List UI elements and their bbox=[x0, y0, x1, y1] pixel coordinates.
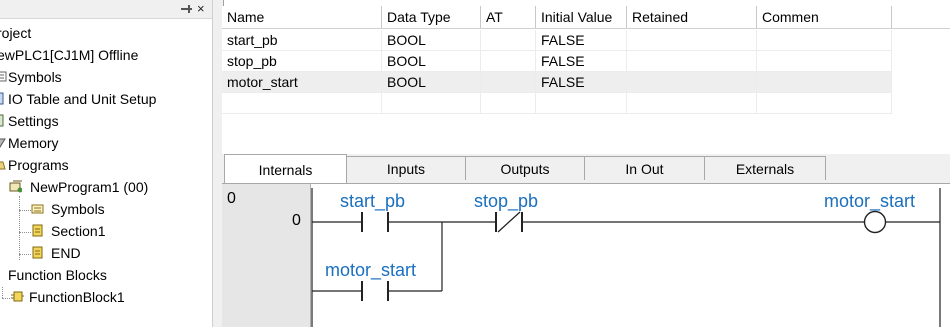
tree-node-label: Section1 bbox=[51, 223, 106, 239]
settings-icon bbox=[0, 114, 4, 127]
tree-node-label: Function Blocks bbox=[8, 267, 107, 283]
cell-initial-value[interactable]: FALSE bbox=[536, 30, 627, 51]
tree-line bbox=[2, 287, 3, 298]
project-tree[interactable]: × roject ewPLC1[CJ1M] Offline Symbols IO… bbox=[0, 0, 212, 327]
tree-node-label: ewPLC1[CJ1M] Offline bbox=[0, 47, 139, 63]
empty-cell bbox=[222, 93, 382, 114]
tab-internals[interactable]: Internals bbox=[224, 154, 347, 183]
contact-start-pb bbox=[361, 212, 389, 232]
empty-cell bbox=[481, 93, 536, 114]
cell-at[interactable] bbox=[481, 72, 536, 93]
cell-initial-value[interactable]: FALSE bbox=[536, 51, 627, 72]
contact-label-motor-start[interactable]: motor_start bbox=[325, 260, 416, 281]
tree-node-label: Memory bbox=[8, 135, 59, 151]
tab-inputs[interactable]: Inputs bbox=[346, 156, 466, 180]
end-section-icon bbox=[32, 246, 43, 259]
tree-node-label: roject bbox=[0, 25, 32, 41]
programs-icon bbox=[0, 161, 6, 170]
cell-data-type[interactable]: BOOL bbox=[382, 51, 481, 72]
table-row-selected[interactable]: motor_start BOOL FALSE bbox=[222, 72, 892, 93]
coil-motor-start bbox=[863, 210, 887, 234]
symbols-icon bbox=[0, 71, 7, 82]
cell-retained[interactable] bbox=[627, 72, 757, 93]
tree-node-label: Settings bbox=[8, 113, 59, 129]
variable-table[interactable]: Name Data Type AT Initial Value Retained… bbox=[222, 6, 950, 154]
column-header-retained[interactable]: Retained bbox=[627, 6, 757, 28]
tree-line bbox=[2, 298, 10, 299]
cell-name[interactable]: start_pb bbox=[222, 30, 382, 51]
tab-externals[interactable]: Externals bbox=[704, 156, 826, 180]
cell-data-type[interactable]: BOOL bbox=[382, 30, 481, 51]
cell-data-type[interactable]: BOOL bbox=[382, 72, 481, 93]
cell-comment[interactable] bbox=[757, 72, 892, 93]
cell-name[interactable]: stop_pb bbox=[222, 51, 382, 72]
tree-node-project[interactable]: roject bbox=[0, 22, 31, 44]
tree-node-label: END bbox=[51, 245, 81, 261]
column-header-comment[interactable]: Commen bbox=[757, 6, 892, 28]
tree-node-plc[interactable]: ewPLC1[CJ1M] Offline bbox=[0, 44, 138, 66]
function-block-icon bbox=[11, 291, 24, 302]
tree-line bbox=[19, 210, 31, 211]
contact-stop-pb bbox=[495, 211, 523, 233]
column-header-at[interactable]: AT bbox=[481, 6, 536, 28]
empty-cell bbox=[382, 93, 481, 114]
local-symbols-icon bbox=[31, 204, 44, 214]
section-icon bbox=[32, 224, 43, 237]
cell-name[interactable]: motor_start bbox=[222, 72, 382, 93]
cell-comment[interactable] bbox=[757, 30, 892, 51]
close-icon[interactable]: × bbox=[197, 0, 205, 18]
contact-label-stop-pb[interactable]: stop_pb bbox=[474, 191, 538, 212]
tree-line bbox=[19, 196, 20, 260]
tree-node-label: Symbols bbox=[51, 201, 105, 217]
tree-node-label: Programs bbox=[8, 157, 69, 173]
variable-tabs: Internals Inputs Outputs In Out External… bbox=[222, 154, 950, 184]
contact-label-start-pb[interactable]: start_pb bbox=[340, 191, 405, 212]
tab-in-out[interactable]: In Out bbox=[584, 156, 705, 180]
program-icon bbox=[9, 180, 22, 193]
tree-node-label: IO Table and Unit Setup bbox=[8, 91, 157, 107]
tree-node-label: NewProgram1 (00) bbox=[30, 179, 149, 195]
pin-icon[interactable] bbox=[181, 4, 193, 14]
ladder-editor[interactable]: 0 0 start_pb stop_pb motor_start motor_s… bbox=[222, 184, 950, 327]
cell-comment[interactable] bbox=[757, 51, 892, 72]
column-header-name[interactable]: Name bbox=[222, 6, 382, 28]
table-row[interactable]: stop_pb BOOL FALSE bbox=[222, 51, 892, 72]
io-table-icon bbox=[0, 92, 4, 105]
coil-label-motor-start[interactable]: motor_start bbox=[824, 191, 915, 212]
cell-at[interactable] bbox=[481, 30, 536, 51]
contact-motor-start bbox=[361, 281, 389, 301]
memory-icon bbox=[0, 138, 6, 148]
cell-retained[interactable] bbox=[627, 30, 757, 51]
tree-titlebar: × bbox=[0, 0, 212, 19]
variable-table-header: Name Data Type AT Initial Value Retained… bbox=[222, 6, 950, 29]
tree-line bbox=[19, 232, 31, 233]
table-row[interactable]: start_pb BOOL FALSE bbox=[222, 30, 892, 51]
column-header-initial-value[interactable]: Initial Value bbox=[536, 6, 627, 28]
tree-node-label: FunctionBlock1 bbox=[29, 289, 125, 305]
cell-retained[interactable] bbox=[627, 51, 757, 72]
empty-cell bbox=[627, 93, 757, 114]
empty-cell bbox=[757, 93, 892, 114]
cell-initial-value[interactable]: FALSE bbox=[536, 72, 627, 93]
tree-line bbox=[19, 254, 31, 255]
cell-at[interactable] bbox=[481, 51, 536, 72]
tree-node-label: Symbols bbox=[8, 69, 62, 85]
table-row-empty[interactable] bbox=[222, 93, 892, 114]
empty-cell bbox=[536, 93, 627, 114]
column-header-data-type[interactable]: Data Type bbox=[382, 6, 481, 28]
tab-outputs[interactable]: Outputs bbox=[465, 156, 585, 180]
